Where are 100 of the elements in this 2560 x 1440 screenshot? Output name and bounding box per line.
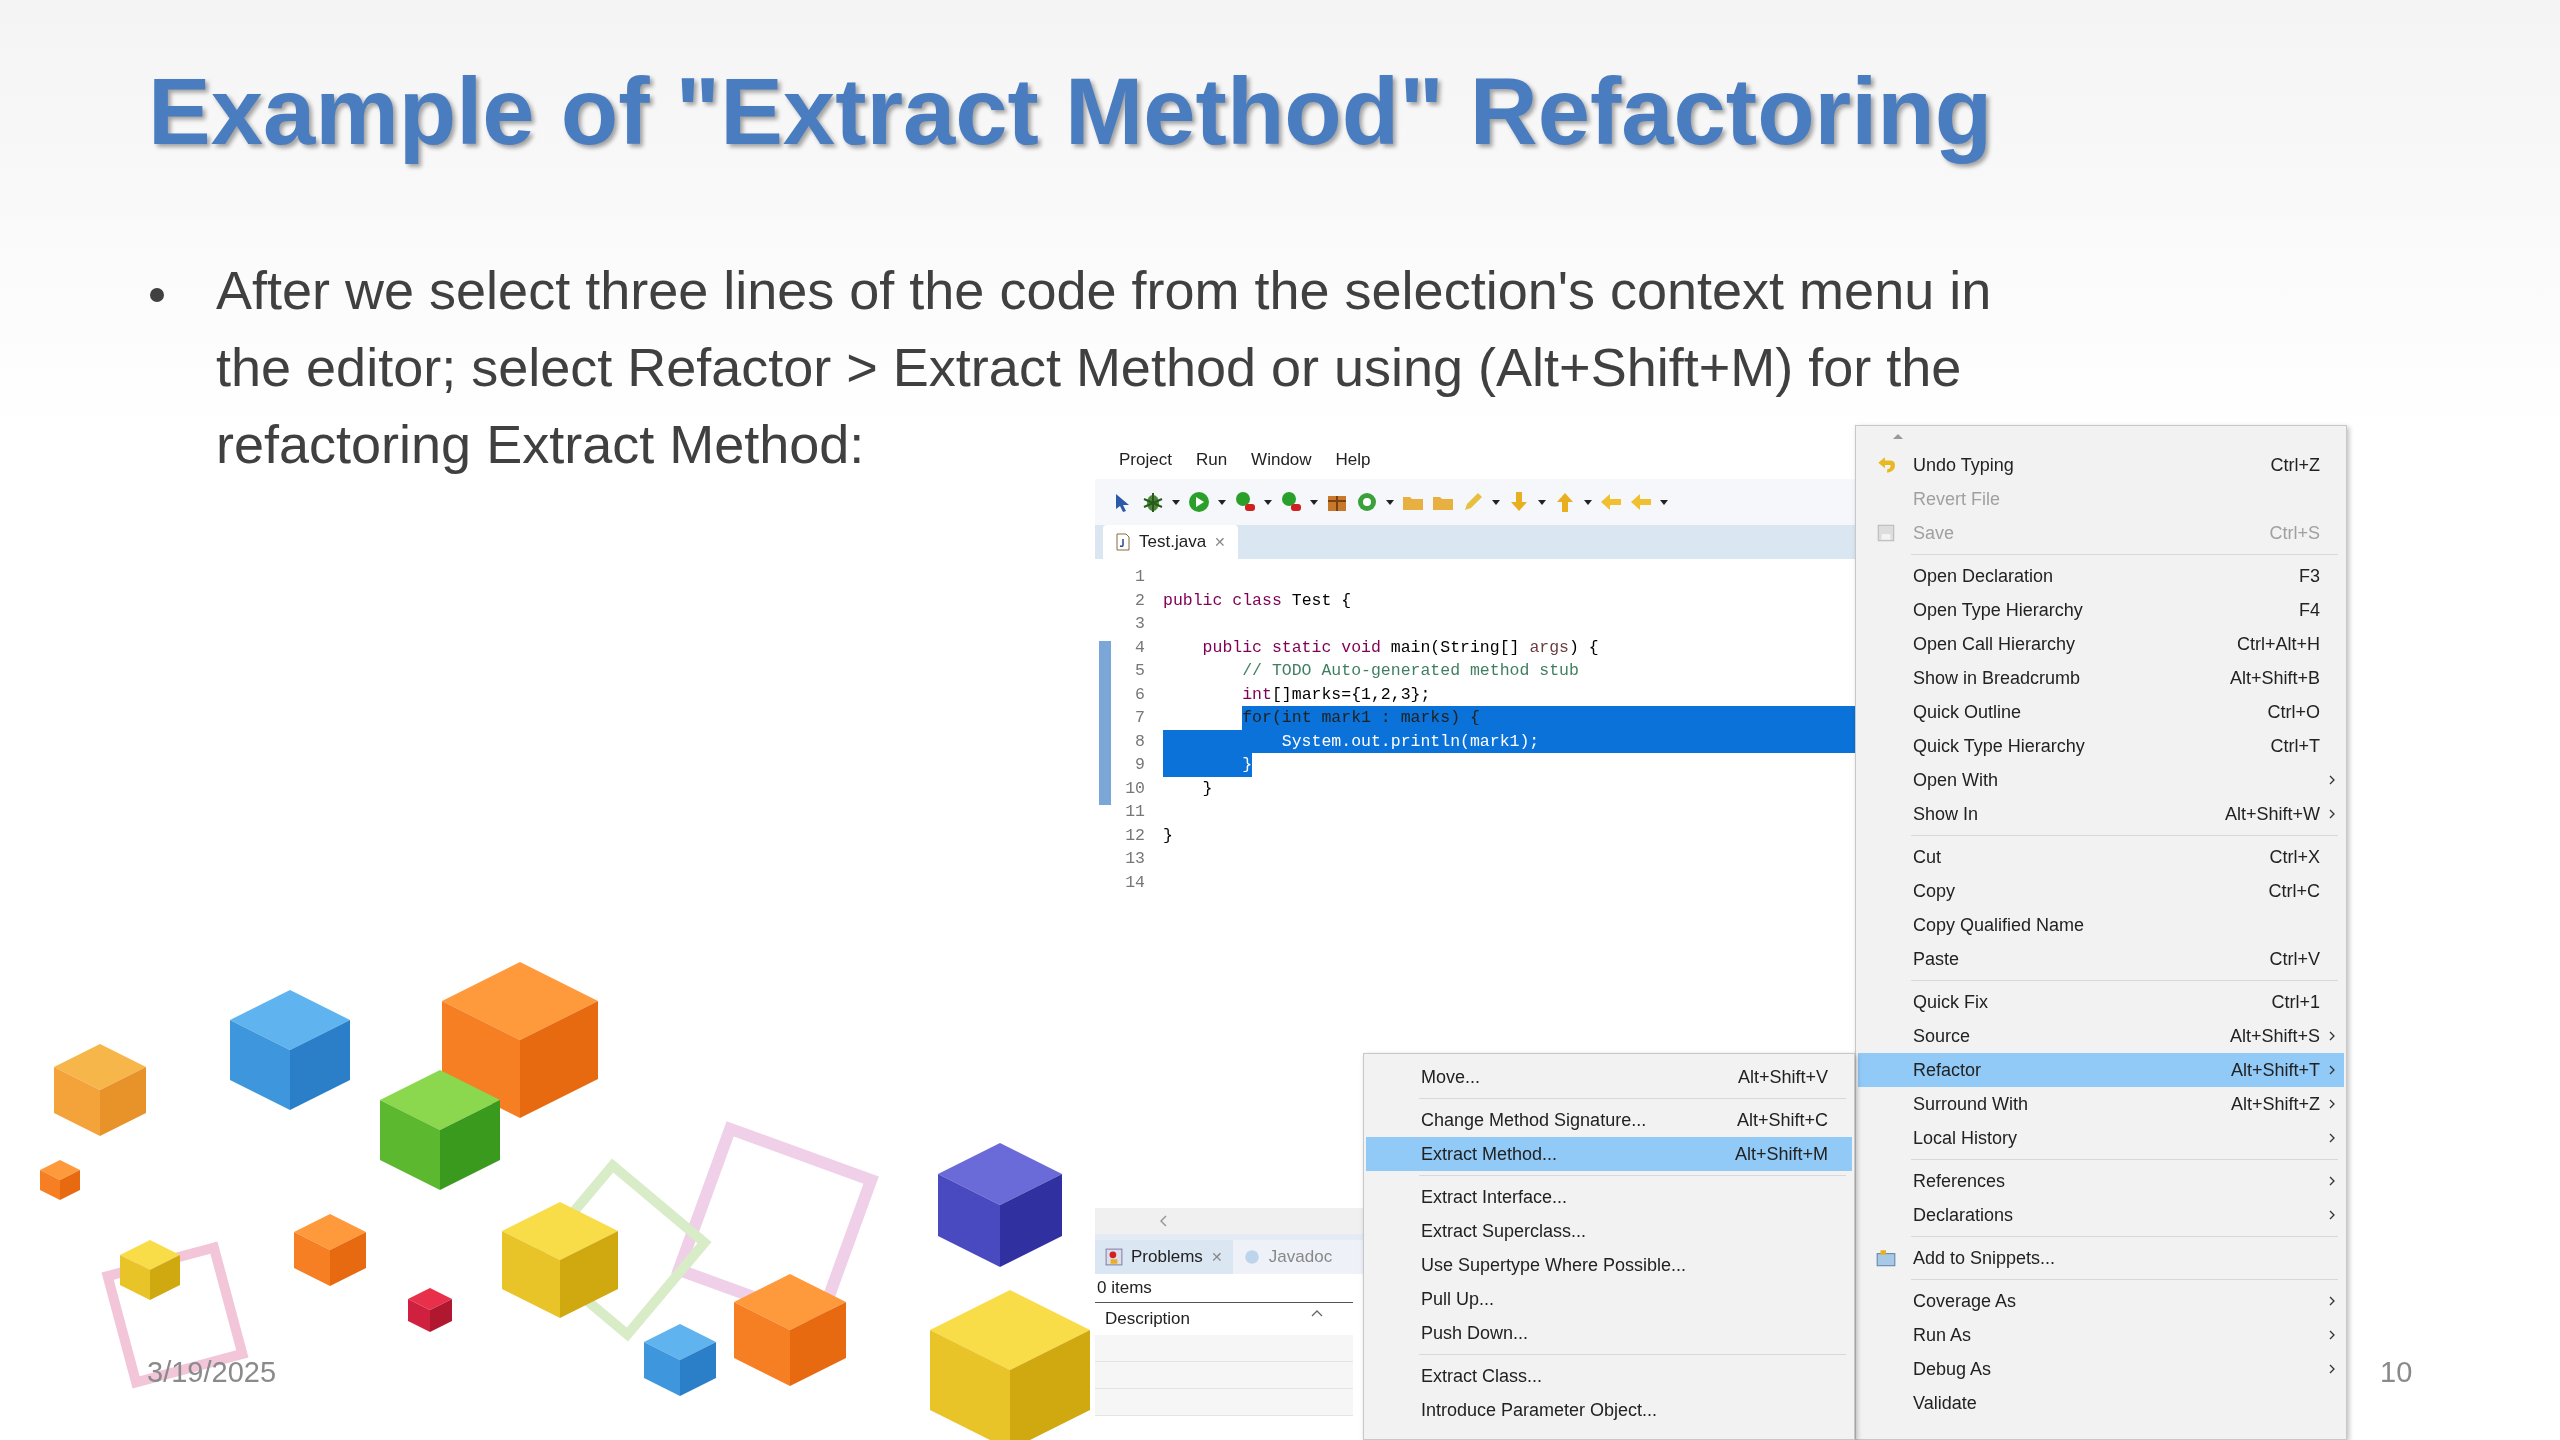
play-icon[interactable]	[1187, 490, 1211, 514]
line-number: 4	[1134, 637, 1146, 657]
menu-item[interactable]: Use Supertype Where Possible...	[1366, 1248, 1852, 1282]
menu-item[interactable]: Debug As	[1858, 1352, 2344, 1386]
menu-item[interactable]: Add to Snippets...	[1858, 1241, 2344, 1275]
menu-item[interactable]: Surround With Alt+Shift+Z	[1858, 1087, 2344, 1121]
run-icon[interactable]	[1279, 490, 1303, 514]
menu-item[interactable]: Refactor Alt+Shift+T	[1858, 1053, 2344, 1087]
menu-item[interactable]: Source Alt+Shift+S	[1858, 1019, 2344, 1053]
code-text: }	[1163, 824, 1173, 847]
menu-item[interactable]: Open Call Hierarchy Ctrl+Alt+H	[1858, 627, 2344, 661]
menu-item[interactable]: Cut Ctrl+X	[1858, 840, 2344, 874]
sort-icon[interactable]	[1311, 1309, 1323, 1317]
bug-icon[interactable]	[1141, 490, 1165, 514]
menu-item[interactable]: Introduce Parameter Object...	[1366, 1393, 1852, 1427]
caret-icon[interactable]	[1171, 497, 1181, 507]
menu-item[interactable]: Extract Method... Alt+Shift+M	[1366, 1137, 1852, 1171]
bullet-icon	[150, 288, 164, 302]
chevron-right-icon	[2328, 1030, 2336, 1042]
line-number: 8	[1134, 731, 1146, 751]
menu-item[interactable]: Validate	[1858, 1386, 2344, 1420]
code-text: []marks={1,2,3};	[1271, 683, 1431, 706]
run-icon[interactable]	[1233, 490, 1257, 514]
bullet-text-line: refactoring Extract Method:	[216, 414, 865, 474]
line-number: 11	[1124, 802, 1146, 822]
code-text: for(int mark1 : marks) {	[1242, 706, 1480, 730]
code-text: System.out.println(mark1);	[1163, 729, 1540, 753]
caret-icon[interactable]	[1491, 497, 1501, 507]
menu-item[interactable]: Change Method Signature... Alt+Shift+C	[1366, 1103, 1852, 1137]
menu-item[interactable]: Open Type Hierarchy F4	[1858, 593, 2344, 627]
line-number: 6	[1134, 684, 1146, 704]
menu-item[interactable]: Declarations	[1858, 1198, 2344, 1232]
menu-item[interactable]: Local History	[1858, 1121, 2344, 1155]
line-number: 10	[1124, 778, 1146, 798]
menu-item[interactable]: References	[1858, 1164, 2344, 1198]
code-text: public class	[1163, 589, 1282, 612]
line-number: 2	[1134, 590, 1146, 610]
caret-icon[interactable]	[1217, 497, 1227, 507]
menu-item[interactable]: Extract Superclass...	[1366, 1214, 1852, 1248]
menu-item[interactable]: Window	[1251, 450, 1312, 470]
chevron-right-icon	[2328, 1175, 2336, 1187]
menu-item[interactable]: Extract Interface...	[1366, 1180, 1852, 1214]
java-file-icon	[1115, 533, 1131, 551]
menu-item[interactable]: Quick Outline Ctrl+O	[1858, 695, 2344, 729]
menu-item[interactable]: Help	[1335, 450, 1371, 470]
caret-icon[interactable]	[1385, 497, 1395, 507]
menu-item[interactable]: Undo Typing Ctrl+Z	[1858, 448, 2344, 482]
caret-icon[interactable]	[1659, 497, 1669, 507]
code-text: main(String[]	[1389, 636, 1521, 659]
line-number: 13	[1124, 849, 1146, 869]
chevron-right-icon	[2328, 1329, 2336, 1341]
chevron-right-icon	[2328, 1098, 2336, 1110]
code-text: // TODO Auto-generated method stub	[1241, 660, 1579, 682]
menu-item[interactable]: Show in Breadcrumb Alt+Shift+B	[1858, 661, 2344, 695]
chevron-right-icon	[2328, 1209, 2336, 1221]
code-text: Test {	[1290, 589, 1352, 612]
chevron-right-icon	[2328, 774, 2336, 786]
menu-item[interactable]: Project	[1119, 450, 1172, 470]
bullet-text-line: After we select three lines of the code from the selection's context menu in	[216, 260, 1992, 320]
menu-item[interactable]: Move... Alt+Shift+V	[1366, 1060, 1852, 1094]
close-icon[interactable]: ✕	[1214, 534, 1227, 550]
menu-item[interactable]: Show In Alt+Shift+W	[1858, 797, 2344, 831]
caret-icon[interactable]	[1309, 497, 1319, 507]
menu-item[interactable]: Quick Fix Ctrl+1	[1858, 985, 2344, 1019]
chevron-right-icon	[2328, 1132, 2336, 1144]
menu-item[interactable]: Copy Ctrl+C	[1858, 874, 2344, 908]
refresh-icon[interactable]	[1355, 490, 1379, 514]
slide-title: Example of "Extract Method" Refactoring	[148, 58, 1993, 166]
menu-item[interactable]: Open Declaration F3	[1858, 559, 2344, 593]
code-text: public static void	[1201, 636, 1381, 659]
editor-tab[interactable]: Test.java ✕	[1103, 525, 1239, 559]
menu-item[interactable]: Push Down...	[1366, 1316, 1852, 1350]
line-number: 14	[1124, 872, 1146, 892]
menu-item[interactable]: Open With	[1858, 763, 2344, 797]
problems-icon	[1105, 1248, 1123, 1266]
menu-item[interactable]: Coverage As	[1858, 1284, 2344, 1318]
slide-date: 3/19/2025	[147, 1356, 276, 1389]
menu-item[interactable]: Extract Class...	[1366, 1359, 1852, 1393]
line-number: 12	[1124, 825, 1146, 845]
code-text: }	[1163, 753, 1253, 777]
scroll-up-icon[interactable]	[1892, 432, 1904, 440]
code-text: int	[1241, 683, 1272, 706]
line-number: 9	[1134, 755, 1146, 775]
menu-item[interactable]: Paste Ctrl+V	[1858, 942, 2344, 976]
chevron-right-icon	[2328, 1064, 2336, 1076]
caret-icon[interactable]	[1263, 497, 1273, 507]
panel-tab[interactable]: Problems ✕	[1095, 1240, 1233, 1274]
menu-item[interactable]: Copy Qualified Name	[1858, 908, 2344, 942]
line-number: 3	[1134, 614, 1146, 634]
menu-item[interactable]: Run As	[1858, 1318, 2344, 1352]
menu-item[interactable]: Pull Up...	[1366, 1282, 1852, 1316]
line-number: 5	[1134, 661, 1146, 681]
chevron-right-icon	[2328, 808, 2336, 820]
chevron-right-icon	[2328, 1363, 2336, 1375]
page-number: 10	[2380, 1356, 2413, 1389]
caret-icon[interactable]	[1537, 497, 1547, 507]
bullet-text-line: the editor; select Refactor > Extract Method or using (Alt+Shift+M) for the	[216, 337, 1962, 397]
caret-icon[interactable]	[1583, 497, 1593, 507]
menu-item[interactable]: Quick Type Hierarchy Ctrl+T	[1858, 729, 2344, 763]
menu-item[interactable]: Run	[1195, 450, 1228, 470]
